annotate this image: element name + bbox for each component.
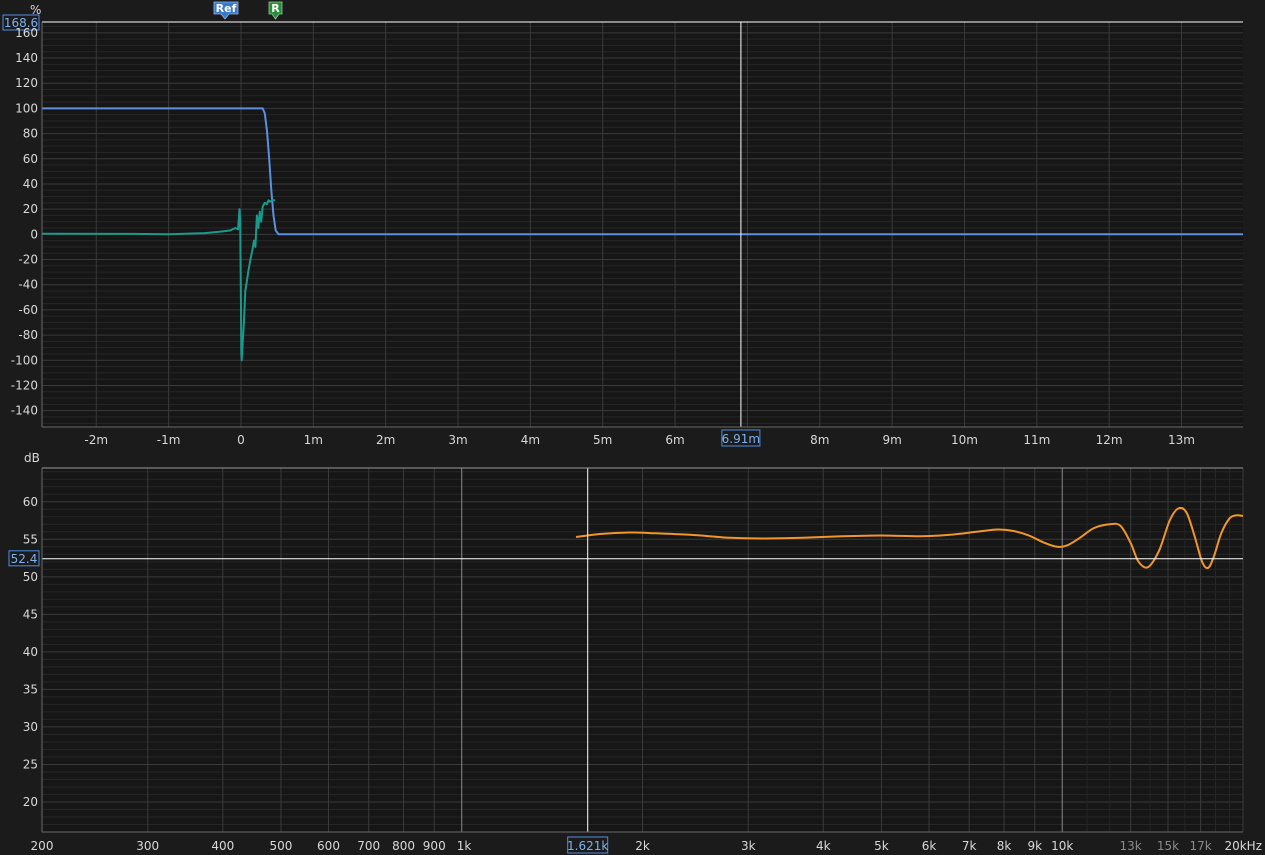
spl-x-tick-label: 7k (962, 839, 977, 853)
impulse-y-tick-label: 140 (15, 51, 38, 65)
spl-x-tick-label: 800 (392, 839, 415, 853)
impulse-x-tick-label: -2m (84, 433, 108, 447)
impulse-x-tick-label: 11m (1023, 433, 1050, 447)
spl-x-tick-label: 600 (317, 839, 340, 853)
spl-x-tick-label: 700 (357, 839, 380, 853)
spl-x-tick-label: 10k (1051, 839, 1073, 853)
spl-y-tick-label: 60 (23, 495, 38, 509)
impulse-cursor-x-label: 6.91m (722, 432, 760, 446)
spl-y-tick-label: 35 (23, 682, 38, 696)
ref-marker-label: Ref (216, 2, 237, 15)
spl-x-tick-label: 9k (1027, 839, 1042, 853)
impulse-y-tick-label: -140 (11, 404, 38, 418)
spl-y-unit: dB (24, 451, 40, 465)
spl-x-tick-label: 5k (874, 839, 889, 853)
impulse-x-tick-label: 10m (951, 433, 978, 447)
impulse-x-tick-label: 13m (1168, 433, 1195, 447)
impulse-y-tick-label: -40 (18, 278, 38, 292)
impulse-y-tick-label: 40 (23, 177, 38, 191)
spl-y-tick-label: 25 (23, 757, 38, 771)
r-marker-label: R (271, 2, 280, 15)
spl-x-tick-label: 17k (1190, 839, 1212, 853)
impulse-y-tick-label: 80 (23, 127, 38, 141)
spl-x-tick-label: 20kHz (1224, 839, 1262, 853)
impulse-y-tick-label: 20 (23, 202, 38, 216)
spl-x-tick-label: 200 (31, 839, 54, 853)
spl-y-tick-label: 20 (23, 795, 38, 809)
spl-x-tick-label: 15k (1157, 839, 1179, 853)
impulse-y-tick-label: 0 (30, 227, 38, 241)
spl-x-tick-label: 300 (136, 839, 159, 853)
spl-cursor-y-label: 52.4 (11, 552, 38, 566)
impulse-step-plot[interactable]: 168.66.91m 160140120100806040200-20-40-6… (2, 3, 1243, 447)
impulse-x-tick-label: 0 (237, 433, 245, 447)
spl-x-tick-label: 500 (270, 839, 293, 853)
impulse-y-tick-label: -20 (18, 253, 38, 267)
impulse-y-tick-label: 120 (15, 76, 38, 90)
impulse-y-tick-label: 100 (15, 101, 38, 115)
impulse-y-unit: % (30, 3, 41, 17)
impulse-y-tick-label: -120 (11, 378, 38, 392)
impulse-x-tick-label: 4m (521, 433, 540, 447)
spl-y-tick-label: 50 (23, 570, 38, 584)
impulse-x-tick-label: 5m (593, 433, 612, 447)
impulse-y-tick-label: 160 (15, 26, 38, 40)
spl-x-tick-label: 4k (816, 839, 831, 853)
impulse-x-tick-label: 8m (810, 433, 829, 447)
impulse-x-tick-label: 12m (1096, 433, 1123, 447)
spl-y-tick-label: 40 (23, 645, 38, 659)
spl-x-tick-label: 3k (741, 839, 756, 853)
spl-plot[interactable]: 52.4 1.621k 60 55 50 45 40 35 30 25 20 200 300 400 50… (8, 451, 1262, 854)
spl-x-tick-label: 6k (922, 839, 937, 853)
spl-x-tick-label: 13k (1120, 839, 1142, 853)
impulse-x-tick-label: 6m (665, 433, 684, 447)
rew-graph-window: 168.6 6.91m 160 140 120 100 80 60 40 20 0 -20 -40 -6… (0, 0, 1265, 855)
impulse-y-tick-label: 60 (23, 152, 38, 166)
impulse-y-tick-label: -80 (18, 328, 38, 342)
spl-y-tick-label: 45 (23, 607, 38, 621)
spl-x-tick-label: 1k (457, 839, 472, 853)
impulse-x-tick-label: 3m (448, 433, 467, 447)
spl-y-tick-label: 55 (23, 532, 38, 546)
spl-y-tick-label: 30 (23, 720, 38, 734)
spl-x-tick-label: 8k (997, 839, 1012, 853)
impulse-y-tick-label: -100 (11, 353, 38, 367)
impulse-x-tick-label: 1m (304, 433, 323, 447)
spl-x-tick-label: 900 (423, 839, 446, 853)
impulse-x-tick-label: -1m (157, 433, 181, 447)
impulse-x-tick-label: 9m (882, 433, 901, 447)
impulse-y-tick-label: -60 (18, 303, 38, 317)
spl-x-tick-label: 2k (635, 839, 650, 853)
impulse-x-tick-label: 2m (376, 433, 395, 447)
spl-cursor-x-label: 1.621k (567, 839, 608, 853)
spl-x-tick-label: 400 (211, 839, 234, 853)
charts-svg[interactable]: 168.66.91m 160140120100806040200-20-40-6… (0, 0, 1265, 855)
